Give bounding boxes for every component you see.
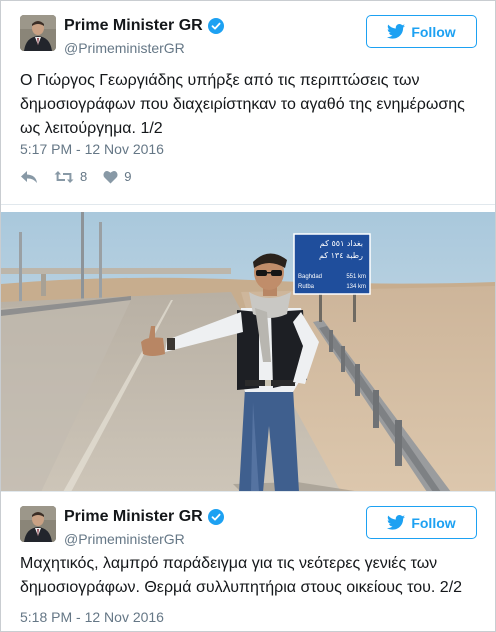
divider [1,204,495,205]
avatar[interactable] [20,15,56,51]
like-action[interactable]: 9 [103,169,131,184]
follow-button[interactable]: Follow [366,506,477,539]
follow-button[interactable]: Follow [366,15,477,48]
follow-button-label: Follow [411,514,456,531]
sign-arabic-line2: رطبة ١٣٤ كم [319,251,363,260]
sign-distance-2: 134 km [346,284,366,290]
hitchhiker-photo: بغداد ٥٥١ كم رطبة ١٣٤ كم Baghdad 551 km … [1,212,495,492]
display-name[interactable]: Prime Minister GR [64,17,224,35]
tweet-text: Μαχητικός, λαμπρό παράδειγμα για τις νεό… [20,555,463,596]
twitter-bird-icon [387,24,406,39]
verified-badge-icon [207,18,224,34]
user-handle[interactable]: @PrimeministerGR [64,531,185,547]
tweet-text: Ο Γιώργος Γεωργιάδης υπήρξε από τις περι… [20,72,465,137]
sign-place-2: Rutba [298,284,315,290]
sign-arabic-line1: بغداد ٥٥١ كم [320,239,363,248]
heart-icon [103,170,118,183]
tweet-actions: 8 9 [20,169,147,184]
sign-distance-1: 551 km [346,274,366,280]
tweet-photo[interactable]: بغداد ٥٥١ كم رطبة ١٣٤ كم Baghdad 551 km … [1,212,495,492]
sign-place-1: Baghdad [298,274,322,280]
follow-button-label: Follow [411,23,456,40]
twitter-bird-icon [387,515,406,530]
tweet-timestamp[interactable]: 5:18 PM - 12 Nov 2016 [20,609,164,625]
tweet-timestamp[interactable]: 5:17 PM - 12 Nov 2016 [20,141,164,157]
retweet-count: 8 [80,169,88,184]
display-name[interactable]: Prime Minister GR [64,508,224,526]
avatar[interactable] [20,506,56,542]
display-name-text[interactable]: Prime Minister GR [64,17,203,35]
reply-icon [21,170,37,183]
tweet-2: Prime Minister GR @PrimeministerGR Follo… [1,492,495,631]
verified-badge-icon [207,509,224,525]
like-count: 9 [124,169,132,184]
user-handle[interactable]: @PrimeministerGR [64,40,185,56]
tweet-1: Prime Minister GR @PrimeministerGR Follo… [1,1,495,203]
retweet-icon [54,170,74,183]
reply-action[interactable] [20,170,38,184]
display-name-text[interactable]: Prime Minister GR [64,508,203,526]
retweet-action[interactable]: 8 [54,169,87,184]
